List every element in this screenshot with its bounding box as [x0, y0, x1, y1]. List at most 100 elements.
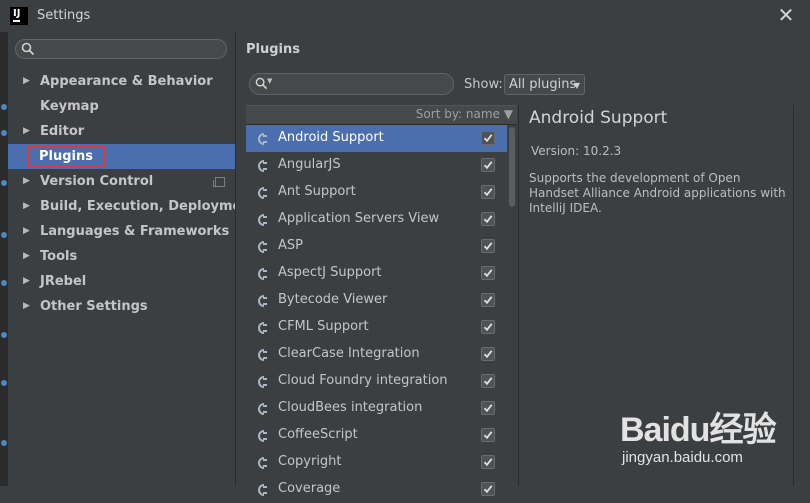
plugin-row[interactable]: Android Support	[246, 125, 507, 152]
sidebar-item-editor[interactable]: ▶ Editor	[8, 119, 235, 144]
sidebar-item-label: Keymap	[40, 99, 99, 114]
plugin-name: CloudBees integration	[278, 400, 423, 415]
window-title: Settings	[37, 8, 91, 23]
plugin-icon	[255, 428, 269, 442]
expand-arrow-icon[interactable]: ▶	[23, 244, 30, 269]
plugin-name: ASP	[278, 238, 303, 253]
plugin-row[interactable]: CoffeeScript	[246, 422, 507, 449]
plugin-row[interactable]: CloudBees integration	[246, 395, 507, 422]
plugin-name: Coverage	[278, 481, 341, 496]
plugin-name: Application Servers View	[278, 211, 440, 226]
plugin-icon	[255, 401, 269, 415]
settings-search-input[interactable]	[15, 39, 227, 59]
expand-arrow-icon[interactable]: ▶	[23, 194, 30, 219]
expand-arrow-icon[interactable]: ▶	[23, 169, 30, 194]
plugin-icon	[255, 131, 269, 145]
expand-arrow-icon[interactable]: ▶	[23, 219, 30, 244]
plugin-row[interactable]: Ant Support	[246, 179, 507, 206]
plugin-row[interactable]: ASP	[246, 233, 507, 260]
scrollbar-thumb[interactable]	[509, 127, 515, 207]
plugin-enabled-checkbox[interactable]	[481, 212, 495, 226]
plugin-icon	[255, 266, 269, 280]
background-dot	[1, 104, 7, 110]
sidebar-item-keymap[interactable]: Keymap	[8, 94, 235, 119]
expand-arrow-icon[interactable]: ▶	[23, 294, 30, 319]
search-history-dropdown-icon[interactable]: ▼	[267, 77, 272, 85]
plugin-name: Bytecode Viewer	[278, 292, 388, 307]
plugin-enabled-checkbox[interactable]	[481, 401, 495, 415]
plugin-enabled-checkbox[interactable]	[481, 131, 495, 145]
plugin-enabled-checkbox[interactable]	[481, 185, 495, 199]
sidebar-item-tools[interactable]: ▶ Tools	[8, 244, 235, 269]
plugin-row[interactable]: Bytecode Viewer	[246, 287, 507, 314]
show-filter-select[interactable]: All plugins ▼	[504, 74, 585, 95]
plugin-row[interactable]: Cloud Foundry integration	[246, 368, 507, 395]
plugin-name: Cloud Foundry integration	[278, 373, 448, 388]
settings-tree: ▶ Appearance & Behavior Keymap ▶ Editor Plugi…	[8, 69, 257, 319]
plugin-row[interactable]: Coverage	[246, 476, 507, 503]
plugin-list: Android Support AngularJS Ant Support Appli…	[246, 125, 507, 503]
show-filter-value: All plugins	[509, 77, 577, 92]
plugin-enabled-checkbox[interactable]	[481, 482, 495, 496]
plugin-name: ClearCase Integration	[278, 346, 420, 361]
title-bar: IJ Settings ✕	[0, 0, 810, 32]
sidebar-item-build-execution-deployment[interactable]: ▶ Build, Execution, Deployment	[8, 194, 257, 219]
plugin-row[interactable]: ClearCase Integration	[246, 341, 507, 368]
plugin-row[interactable]: Copyright	[246, 449, 507, 476]
plugin-icon	[255, 293, 269, 307]
sidebar-item-label: JRebel	[40, 274, 87, 289]
plugin-name: CoffeeScript	[278, 427, 358, 442]
expand-arrow-icon[interactable]: ▶	[23, 269, 30, 294]
sidebar-item-label: Tools	[40, 249, 78, 264]
background-dot	[1, 380, 7, 386]
background-dot	[1, 180, 7, 186]
plugin-enabled-checkbox[interactable]	[481, 455, 495, 469]
sort-header: Sort by: name ▼	[246, 106, 517, 125]
watermark-url: jingyan.baidu.com	[622, 449, 743, 466]
sidebar-item-appearance-behavior[interactable]: ▶ Appearance & Behavior	[8, 69, 235, 94]
sidebar-item-label: Other Settings	[40, 299, 148, 314]
plugin-icon	[255, 239, 269, 253]
plugin-row[interactable]: Application Servers View	[246, 206, 507, 233]
plugin-enabled-checkbox[interactable]	[481, 347, 495, 361]
sidebar-item-plugins[interactable]: Plugins	[8, 144, 235, 169]
plugin-enabled-checkbox[interactable]	[481, 293, 495, 307]
close-button[interactable]: ✕	[776, 4, 796, 26]
plugin-enabled-checkbox[interactable]	[481, 428, 495, 442]
background-dot	[1, 232, 7, 238]
plugin-icon	[255, 320, 269, 334]
plugin-enabled-checkbox[interactable]	[481, 158, 495, 172]
sidebar-item-other-settings[interactable]: ▶ Other Settings	[8, 294, 235, 319]
plugin-row[interactable]: AngularJS	[246, 152, 507, 179]
plugin-search-input[interactable]: ▼	[249, 73, 454, 95]
sidebar-item-label: Build, Execution, Deployment	[40, 199, 257, 214]
baidu-watermark: Baidu经验 jingyan.baidu.com	[620, 398, 806, 480]
expand-arrow-icon[interactable]: ▶	[23, 69, 30, 94]
sidebar-item-languages-frameworks[interactable]: ▶ Languages & Frameworks	[8, 219, 235, 244]
sidebar-item-jrebel[interactable]: ▶ JRebel	[8, 269, 235, 294]
plugin-detail-description: Supports the development of Open Handset…	[529, 171, 786, 215]
sidebar-item-version-control[interactable]: ▶ Version Control	[8, 169, 235, 194]
sidebar-item-label: Editor	[40, 124, 85, 139]
plugin-enabled-checkbox[interactable]	[481, 239, 495, 253]
background-dot	[1, 332, 7, 338]
plugin-list-scrollbar[interactable]	[508, 125, 516, 487]
plugin-enabled-checkbox[interactable]	[481, 266, 495, 280]
expand-arrow-icon[interactable]: ▶	[23, 119, 30, 144]
sort-by-dropdown[interactable]: Sort by: name ▼	[416, 107, 513, 121]
plugin-enabled-checkbox[interactable]	[481, 374, 495, 388]
plugin-enabled-checkbox[interactable]	[481, 320, 495, 334]
plugin-name: Android Support	[278, 130, 384, 145]
plugin-icon	[255, 158, 269, 172]
plugin-row[interactable]: AspectJ Support	[246, 260, 507, 287]
sidebar-item-label: Appearance & Behavior	[40, 74, 213, 89]
sidebar-item-label: Version Control	[40, 174, 154, 189]
plugin-row[interactable]: CFML Support	[246, 314, 507, 341]
plugin-icon	[255, 482, 269, 496]
plugin-name: Copyright	[278, 454, 342, 469]
watermark-logo: Baidu经验	[620, 411, 776, 449]
search-icon	[21, 42, 35, 56]
chevron-down-icon: ▼	[573, 81, 580, 90]
background-dot	[1, 440, 7, 446]
plugin-detail-version: Version: 10.2.3	[531, 144, 622, 158]
